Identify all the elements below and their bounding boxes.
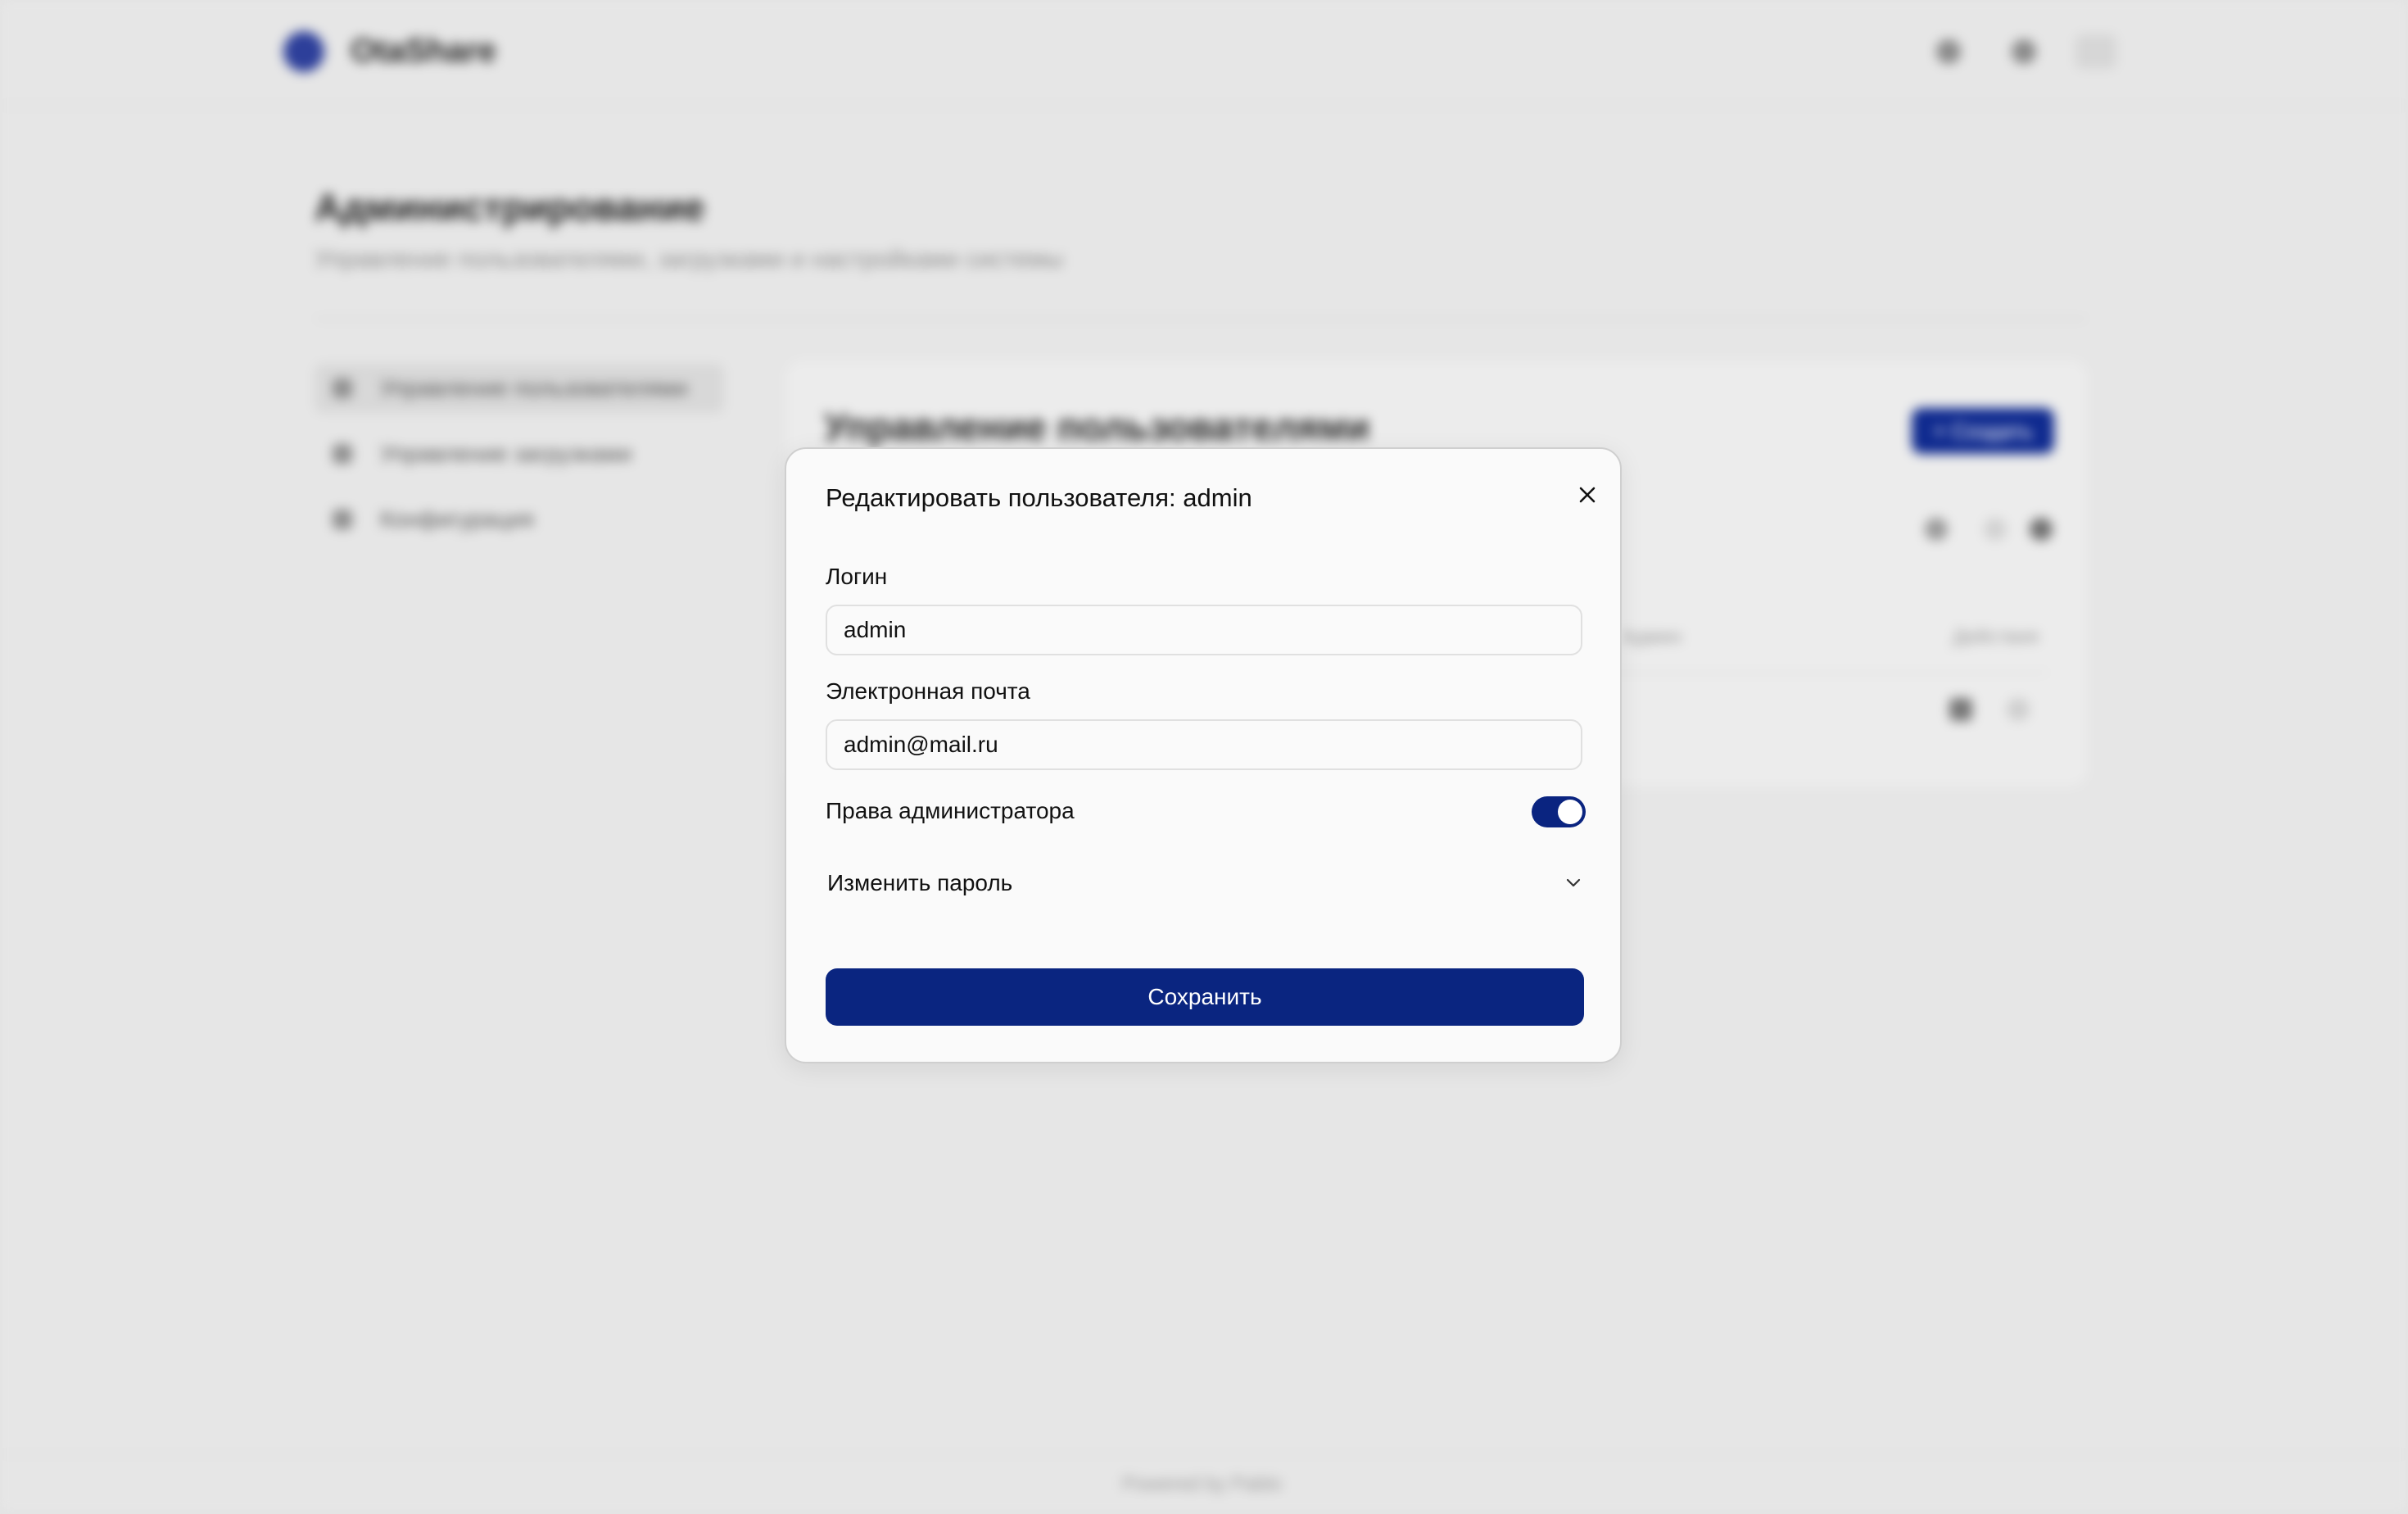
- theme-icon: [1936, 39, 1961, 64]
- filter-icon: [1984, 518, 2007, 541]
- settings-icon: [2030, 518, 2053, 541]
- app-header: OtaShare: [0, 0, 2408, 107]
- column-header-actions: Действия: [1953, 626, 2039, 648]
- link-icon: [2012, 39, 2036, 64]
- table-row-divider: [1605, 672, 2048, 673]
- app-logo: [283, 31, 324, 72]
- page-title: Администрирование: [315, 186, 705, 229]
- username-input[interactable]: [826, 605, 1582, 655]
- chevron-down-icon: [1566, 878, 1581, 887]
- email-input[interactable]: [826, 719, 1582, 770]
- page-divider: [315, 318, 2087, 320]
- user-menu: [2075, 34, 2116, 69]
- admin-rights-label: Права администратора: [826, 798, 1075, 823]
- edit-icon: [1949, 698, 1972, 721]
- sidebar-item-uploads: Управление загрузками: [315, 429, 724, 478]
- sidebar-item-config: Конфигурация: [315, 495, 724, 544]
- admin-rights-toggle[interactable]: [1532, 796, 1586, 827]
- sidebar-item-label: Управление пользователями: [380, 375, 688, 401]
- username-label: Логин: [826, 564, 888, 589]
- modal-title: Редактировать пользователя: admin: [826, 483, 1252, 512]
- delete-icon: [2007, 698, 2030, 721]
- toggle-knob: [1558, 800, 1582, 824]
- sidebar-item-users: Управление пользователями: [315, 364, 724, 413]
- change-password-accordion[interactable]: Изменить пароль: [826, 859, 1586, 908]
- footer-text: Powered by Pablo: [1122, 1473, 1282, 1495]
- app-brand: OtaShare: [351, 33, 496, 69]
- close-button[interactable]: [1574, 482, 1600, 508]
- uploads-icon: [333, 444, 352, 464]
- search-icon: [1925, 518, 1948, 541]
- change-password-label: Изменить пароль: [827, 870, 1013, 895]
- sidebar-item-label: Конфигурация: [380, 506, 534, 532]
- gear-icon: [333, 510, 352, 529]
- close-icon: [1579, 487, 1596, 503]
- page-subtitle: Управление пользователями, загрузками и …: [315, 246, 1064, 273]
- column-header-admin: Админ: [1622, 626, 1682, 648]
- sidebar-item-label: Управление загрузками: [380, 441, 632, 466]
- email-label: Электронная почта: [826, 678, 1030, 704]
- card-title: Управление пользователями: [824, 406, 1370, 448]
- users-icon: [333, 378, 352, 398]
- edit-user-modal: Редактировать пользователя: admin Логин …: [785, 447, 1622, 1063]
- save-button[interactable]: Сохранить: [826, 968, 1584, 1026]
- create-user-button: + Создать: [1912, 408, 2054, 454]
